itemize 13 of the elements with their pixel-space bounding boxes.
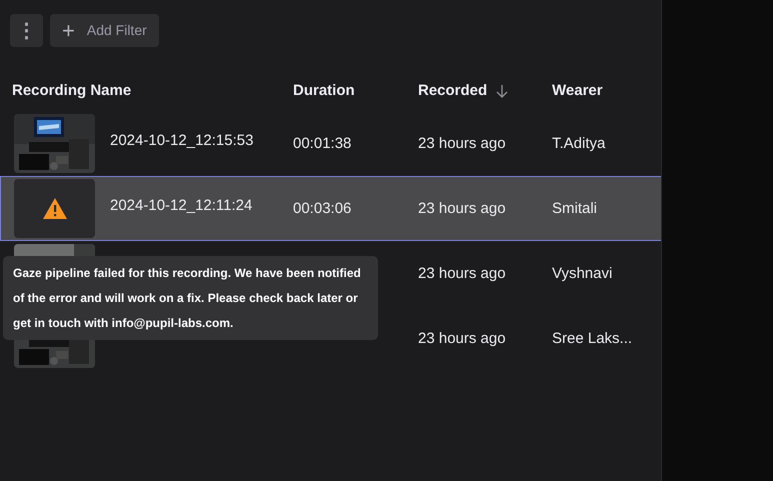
recorded-cell: 23 hours ago (418, 264, 506, 282)
duration-cell: 00:03:06 (293, 200, 352, 216)
error-tooltip: Gaze pipeline failed for this recording. We have been notified of the error and will work on a fix. Please check back later or get in touch with info@pupil-labs.com. (3, 256, 378, 340)
recorded-cell: 23 hours ago (418, 200, 506, 216)
recording-name: 2024-10-12_12:11:24 (110, 196, 252, 216)
recorded-cell: 23 hours ago (418, 330, 506, 346)
wearer-cell: Smitali (552, 200, 598, 216)
wearer-cell: T.Aditya (552, 134, 606, 152)
recording-name: 2024-10-12_12:15:53 (110, 131, 254, 152)
recorded-cell: 23 hours ago (418, 134, 506, 152)
wearer-cell: Vyshnavi (552, 264, 612, 282)
wearer-cell: Sree Laks... (552, 330, 632, 346)
duration-cell: 00:01:38 (293, 134, 352, 152)
